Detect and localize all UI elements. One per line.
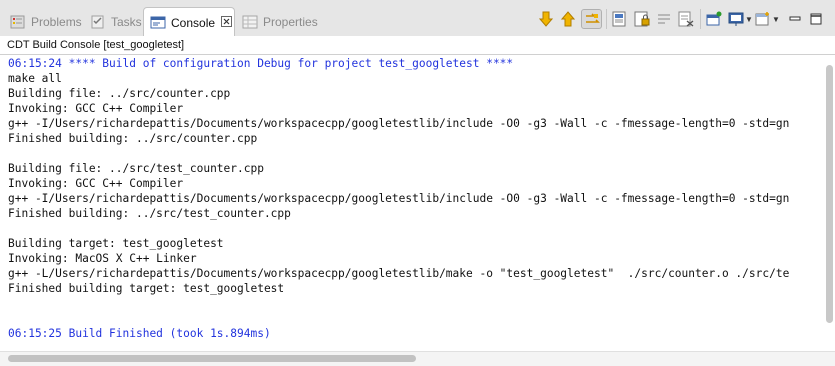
console-output[interactable]: 06:15:24 **** Build of configuration Deb… [0, 54, 835, 366]
build-lock-icon[interactable] [633, 10, 651, 28]
pin-console-icon[interactable] [705, 10, 723, 28]
console-line: g++ -L/Users/richardepattis/Documents/wo… [8, 267, 790, 280]
chevron-down-icon[interactable]: ▼ [745, 15, 753, 24]
console-line: Building file: ../src/counter.cpp [8, 87, 231, 100]
console-line: Finished building: ../src/counter.cpp [8, 132, 258, 145]
horizontal-scrollbar-track [0, 351, 835, 366]
tab-properties[interactable]: Properties [236, 7, 324, 36]
minimize-icon[interactable] [786, 10, 804, 28]
copy-build-log-icon[interactable] [611, 10, 629, 28]
console-line: make all [8, 72, 62, 85]
open-console-icon[interactable] [754, 10, 772, 28]
tab-label: Problems [31, 14, 82, 29]
console-line: Finished building target: test_googletes… [8, 282, 285, 295]
tasks-icon [90, 14, 106, 30]
properties-icon [242, 14, 258, 30]
console-line: Building target: test_googletest [8, 237, 224, 250]
console-line: g++ -I/Users/richardepattis/Documents/wo… [8, 192, 790, 205]
console-title: CDT Build Console [test_googletest] [0, 36, 835, 54]
vertical-scrollbar[interactable] [826, 65, 833, 323]
clear-icon[interactable] [677, 10, 695, 28]
view-tab-bar: Problems Tasks Console Properties ▼ ▼ [0, 0, 835, 37]
console-line: Building file: ../src/test_counter.cpp [8, 162, 264, 175]
maximize-icon[interactable] [807, 10, 825, 28]
console-line: Finished building: ../src/test_counter.c… [8, 207, 291, 220]
close-icon[interactable] [221, 15, 233, 30]
toolbar-separator [606, 9, 607, 29]
scroll-lock-icon[interactable] [581, 9, 602, 29]
tab-label: Tasks [111, 14, 142, 29]
console-line: Invoking: MacOS X C++ Linker [8, 252, 197, 265]
chevron-down-icon[interactable]: ▼ [772, 15, 780, 24]
tab-label: Properties [263, 14, 318, 29]
console-line: g++ -I/Users/richardepattis/Documents/wo… [8, 117, 790, 130]
horizontal-scrollbar[interactable] [8, 355, 416, 362]
console-lines: 06:15:24 **** Build of configuration Deb… [8, 56, 789, 341]
console-icon [150, 15, 166, 31]
tab-tasks[interactable]: Tasks [84, 7, 148, 36]
toolbar-separator [700, 9, 701, 29]
word-wrap-icon[interactable] [655, 10, 673, 28]
console-line: Invoking: GCC C++ Compiler [8, 177, 184, 190]
console-line: 06:15:24 **** Build of configuration Deb… [8, 57, 514, 70]
next-annotation-icon[interactable] [537, 10, 555, 28]
previous-annotation-icon[interactable] [559, 10, 577, 28]
display-selected-console-icon[interactable] [727, 10, 745, 28]
tab-label: Console [171, 15, 216, 30]
tab-console[interactable]: Console [143, 7, 235, 37]
console-line: Invoking: GCC C++ Compiler [8, 102, 184, 115]
console-line: 06:15:25 Build Finished (took 1s.894ms) [8, 327, 271, 340]
tab-problems[interactable]: Problems [4, 7, 88, 36]
problems-icon [10, 14, 26, 30]
